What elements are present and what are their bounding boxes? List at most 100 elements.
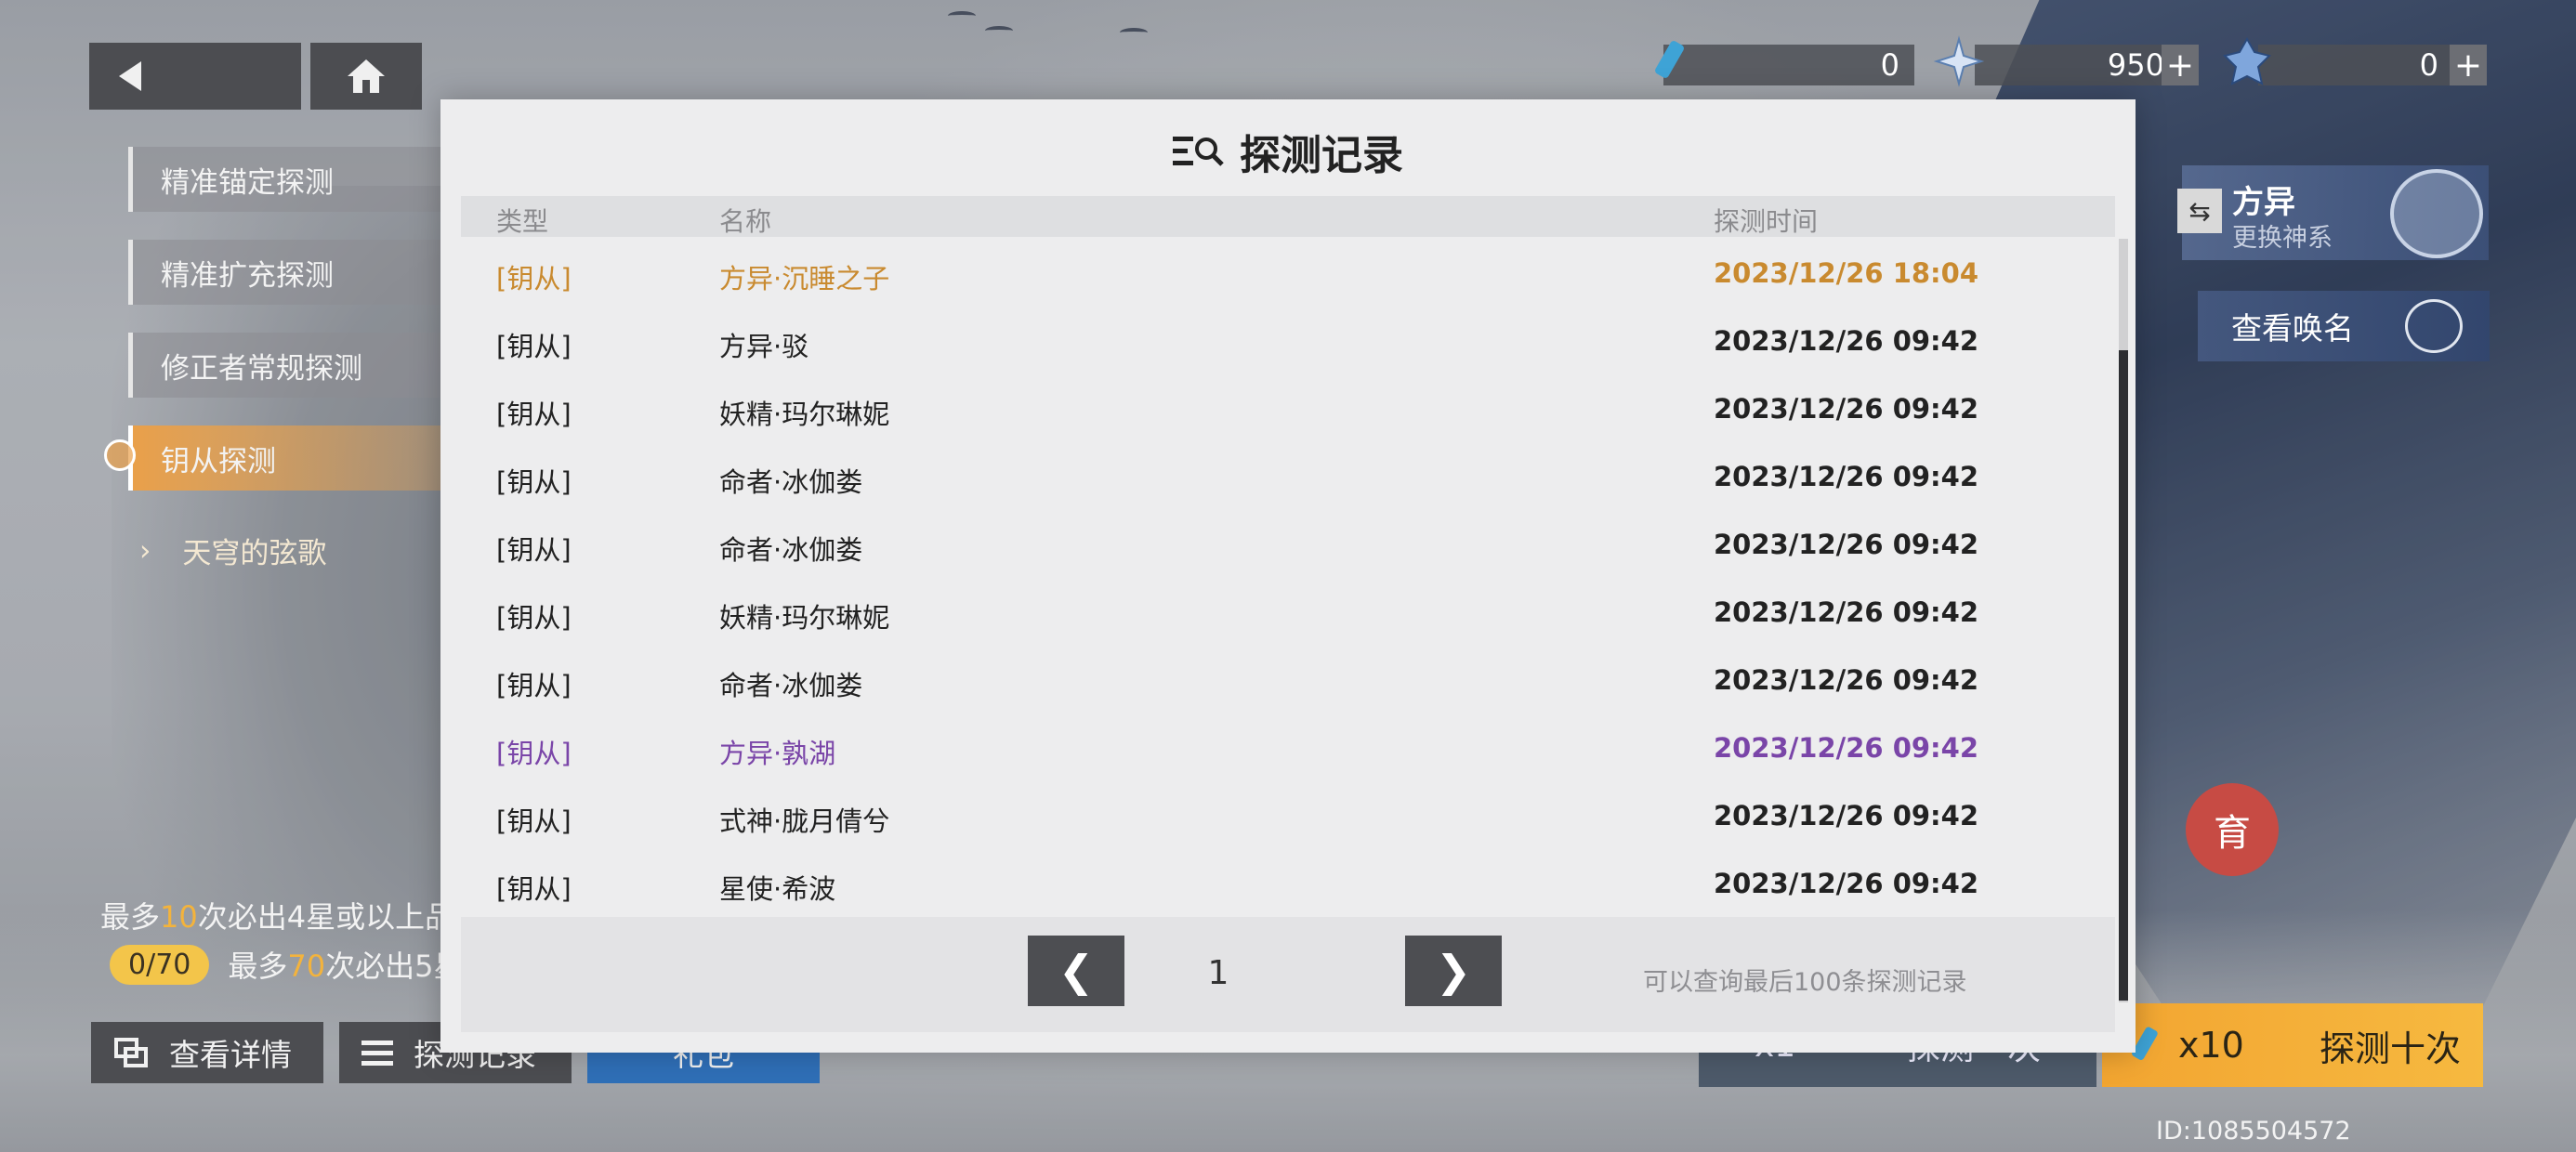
record-time: 2023/12/26 09:42 <box>1714 529 1979 560</box>
page-number: 1 <box>1207 954 1229 992</box>
star-crystal-icon <box>1933 35 1985 87</box>
prev-page-button[interactable]: ❮ <box>1028 936 1124 1006</box>
menu-item-key-servant[interactable]: 钥从探测 <box>128 425 444 491</box>
chevron-right-icon: › <box>139 533 151 568</box>
record-time: 2023/12/26 09:42 <box>1714 868 1979 899</box>
record-scrollbar[interactable] <box>2119 239 2128 1002</box>
selected-pin-icon <box>104 439 136 471</box>
blue-crystal-icon <box>2223 36 2271 85</box>
user-id: ID:1085504572 <box>2156 1117 2351 1145</box>
record-row: [钥从] 妖精·玛尔琳妮 2023/12/26 09:42 <box>461 374 2087 442</box>
record-type: [钥从] <box>496 331 572 362</box>
button-label: 探测十次 <box>2319 1028 2461 1069</box>
currency-value: 950 <box>2107 47 2164 83</box>
add-star-crystal-button[interactable]: + <box>2162 45 2199 85</box>
next-page-button[interactable]: ❯ <box>1405 936 1502 1006</box>
menu-sub-item[interactable]: › 天穹的弦歌 <box>139 530 326 571</box>
currency-value: 0 <box>1880 47 1899 83</box>
record-row: [钥从] 星使·希波 2023/12/26 09:42 <box>461 849 2087 917</box>
record-time: 2023/12/26 09:42 <box>1714 325 1979 357</box>
detection-record-modal: 探测记录 类型 名称 探测时间 [钥从] 方异·沉睡之子 2023/12/26 … <box>440 99 2136 1053</box>
key-ticket-icon <box>1655 41 1684 78</box>
modal-title-text: 探测记录 <box>1240 132 1403 179</box>
record-type: [钥从] <box>496 534 572 566</box>
view-details-button[interactable]: 查看详情 <box>91 1022 323 1083</box>
record-name: 命者·冰伽娄 <box>719 670 863 701</box>
header-name: 名称 <box>719 206 772 237</box>
record-type: [钥从] <box>496 263 572 295</box>
record-type: [钥从] <box>496 466 572 498</box>
search-list-icon <box>1173 137 1224 166</box>
record-time: 2023/12/26 09:42 <box>1714 800 1979 831</box>
record-list-header: 类型 名称 探测时间 <box>461 196 2115 237</box>
header-type: 类型 <box>496 206 549 237</box>
home-icon <box>348 59 385 93</box>
menu-item-anchor[interactable]: 精准锚定探测 <box>128 147 444 212</box>
pity-text: 最多 <box>100 899 161 935</box>
scrollbar-thumb[interactable] <box>2119 350 2128 1001</box>
back-button[interactable] <box>89 43 301 110</box>
chevron-left-icon: ❮ <box>1058 946 1095 996</box>
details-icon <box>114 1038 148 1067</box>
currency-key-ticket: 0 <box>1663 45 1914 85</box>
compass-icon <box>2405 299 2463 353</box>
record-type: [钥从] <box>496 873 572 905</box>
seal-text: 育 <box>2214 812 2251 855</box>
record-time: 2023/12/26 09:42 <box>1714 664 1979 696</box>
pity-number: 10 <box>160 899 198 935</box>
deity-emblem-icon <box>2390 169 2483 258</box>
button-label: 查看详情 <box>169 1037 292 1073</box>
record-time: 2023/12/26 09:42 <box>1714 596 1979 628</box>
record-name: 星使·希波 <box>719 873 836 905</box>
currency-star-crystal: 950 <box>1975 45 2179 85</box>
record-row: [钥从] 命者·冰伽娄 2023/12/26 09:42 <box>461 646 2087 713</box>
list-icon <box>361 1041 393 1066</box>
back-arrow-icon <box>119 61 141 91</box>
menu-item-expand[interactable]: 精准扩充探测 <box>128 240 444 305</box>
record-row: [钥从] 式神·胧月倩兮 2023/12/26 09:42 <box>461 781 2087 849</box>
record-type: [钥从] <box>496 602 572 634</box>
header-time: 探测时间 <box>1714 206 1819 237</box>
menu-item-label: 钥从探测 <box>161 444 276 478</box>
draw-ten-button[interactable]: x10 探测十次 <box>2102 1003 2483 1087</box>
record-type: [钥从] <box>496 738 572 769</box>
record-list[interactable]: [钥从] 方异·沉睡之子 2023/12/26 18:04 [钥从] 方异·驳 … <box>461 239 2087 1002</box>
record-type: [钥从] <box>496 670 572 701</box>
modal-title: 探测记录 <box>440 122 2136 181</box>
currency-value: 0 <box>2419 47 2438 83</box>
menu-item-label: 精准锚定探测 <box>161 165 334 200</box>
record-name: 方异·驳 <box>719 331 809 362</box>
record-type: [钥从] <box>496 805 572 837</box>
deity-name: 方异 <box>2232 184 2295 221</box>
home-button[interactable] <box>310 43 422 110</box>
pagination-bar: ❮ 1 ❯ 可以查询最后100条探测记录 <box>461 917 2115 1032</box>
record-time: 2023/12/26 18:04 <box>1714 257 1979 289</box>
currency-blue-crystal: 0 <box>2258 45 2453 85</box>
menu-item-label: 精准扩充探测 <box>161 258 334 293</box>
record-name: 命者·冰伽娄 <box>719 534 863 566</box>
menu-sub-label: 天穹的弦歌 <box>182 537 327 570</box>
deity-change-label: 更换神系 <box>2232 224 2333 253</box>
record-row: [钥从] 方异·孰湖 2023/12/26 09:42 <box>461 713 2087 781</box>
seal-stamp: 育 <box>2186 783 2279 876</box>
menu-item-corrector[interactable]: 修正者常规探测 <box>128 333 444 398</box>
swap-icon[interactable]: ⇆ <box>2177 189 2222 233</box>
record-row: [钥从] 妖精·玛尔琳妮 2023/12/26 09:42 <box>461 578 2087 646</box>
record-name: 方异·沉睡之子 <box>719 263 890 295</box>
draw-count: x10 <box>2178 1025 2244 1066</box>
record-name: 命者·冰伽娄 <box>719 466 863 498</box>
record-row: [钥从] 方异·沉睡之子 2023/12/26 18:04 <box>461 239 2087 307</box>
record-name: 式神·胧月倩兮 <box>719 805 890 837</box>
record-name: 方异·孰湖 <box>719 738 836 769</box>
record-row: [钥从] 命者·冰伽娄 2023/12/26 09:42 <box>461 442 2087 510</box>
record-name: 妖精·玛尔琳妮 <box>719 602 890 634</box>
pity-counter-badge: 0/70 <box>110 944 210 985</box>
record-time: 2023/12/26 09:42 <box>1714 393 1979 425</box>
record-name: 妖精·玛尔琳妮 <box>719 399 890 430</box>
record-time: 2023/12/26 09:42 <box>1714 732 1979 764</box>
pity-text: 最多 <box>228 949 288 984</box>
add-blue-crystal-button[interactable]: + <box>2450 45 2487 85</box>
chevron-right-icon: ❯ <box>1435 946 1472 996</box>
button-label: 查看唤名 <box>2231 310 2354 347</box>
record-time: 2023/12/26 09:42 <box>1714 461 1979 492</box>
